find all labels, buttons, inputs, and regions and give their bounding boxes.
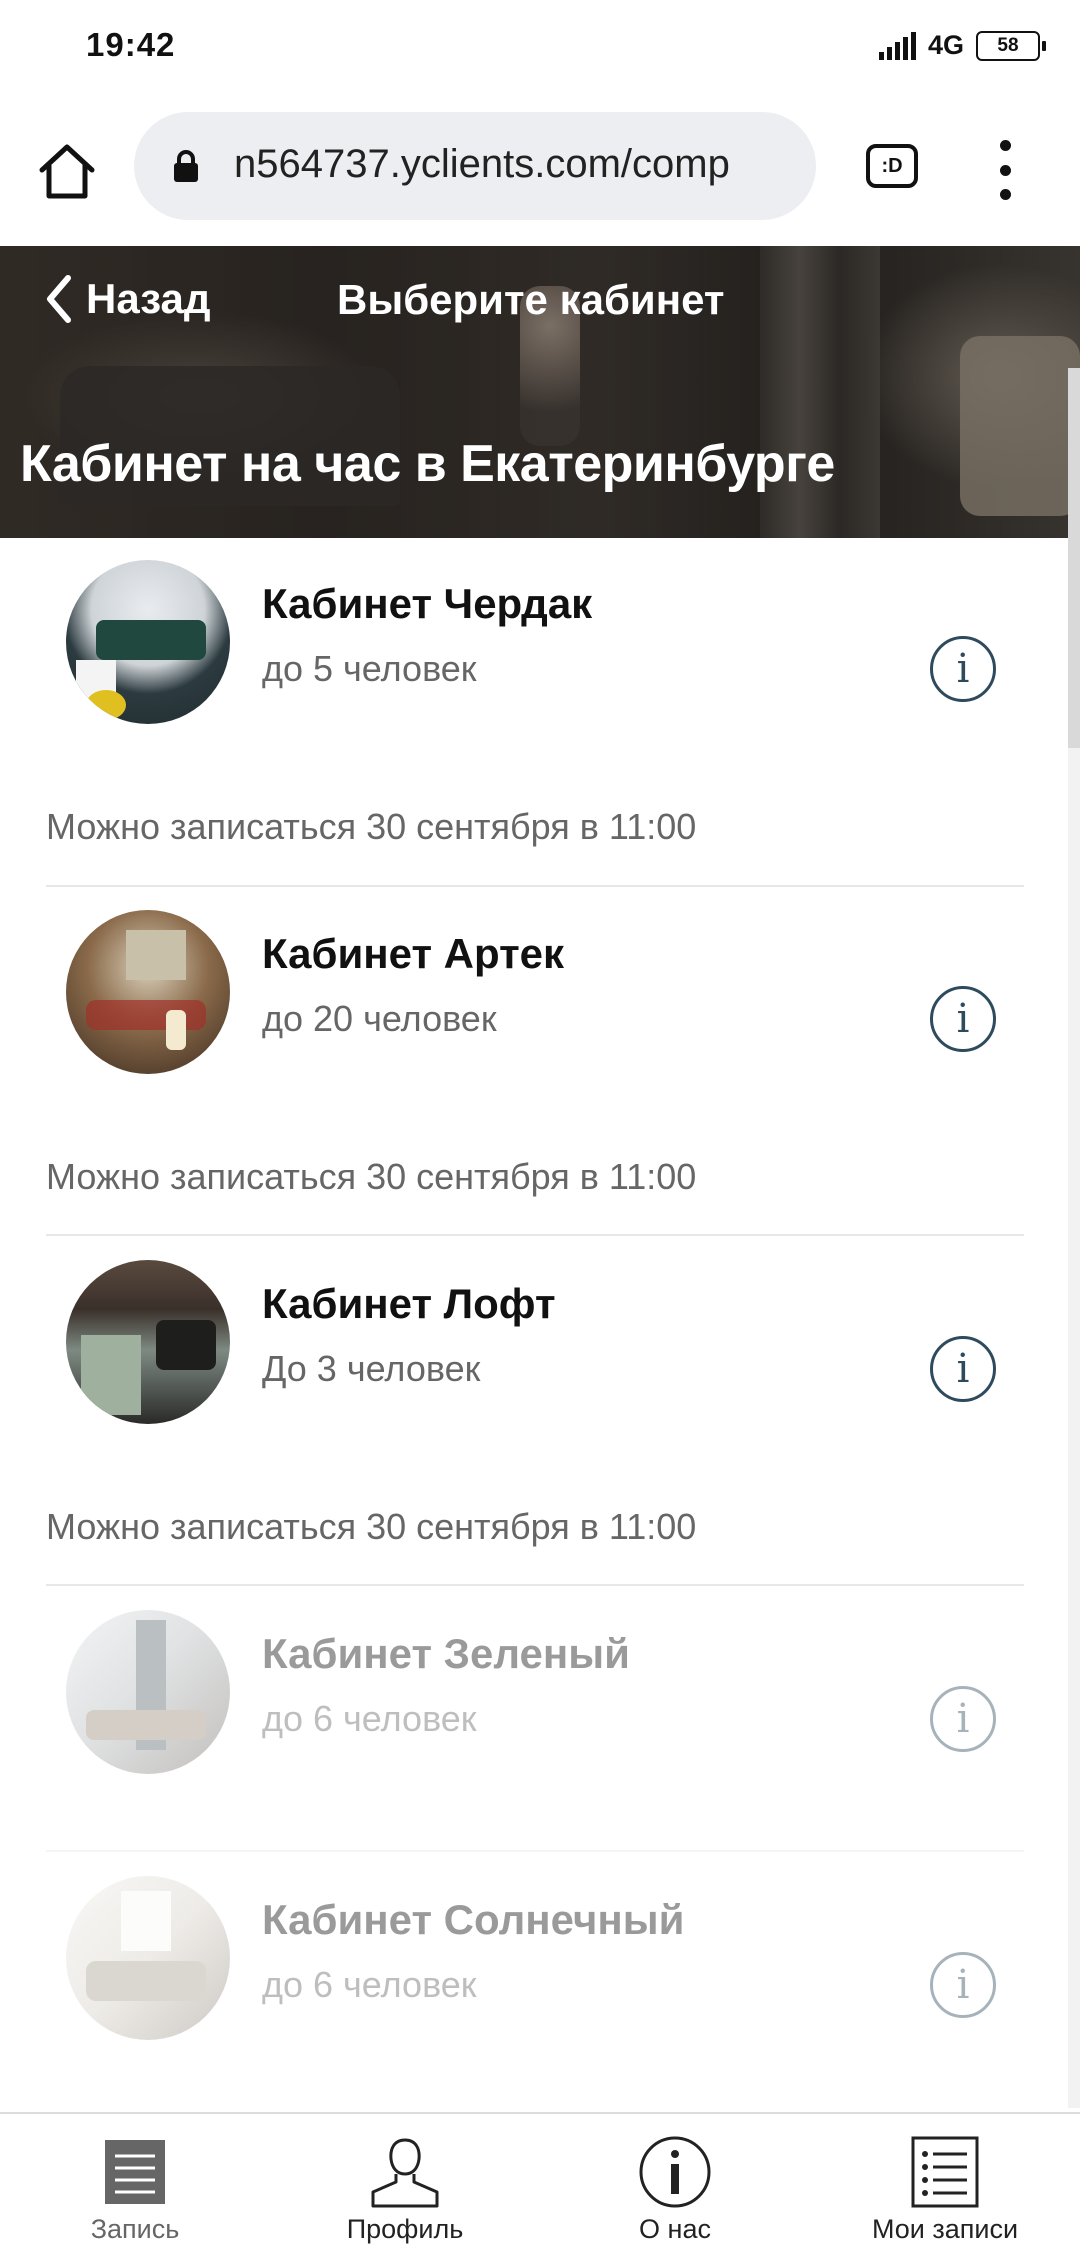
header-banner: Назад Выберите кабинет Кабинет на час в … [0, 246, 1080, 538]
info-icon[interactable]: i [930, 1336, 996, 1402]
room-item[interactable]: Кабинет Зеленый до 6 человек i [0, 1610, 1060, 1830]
status-bar: 19:42 4G 58 [0, 0, 1080, 100]
back-button[interactable]: Назад [44, 274, 211, 324]
room-name: Кабинет Зеленый [262, 1630, 630, 1677]
divider [46, 1850, 1024, 1852]
bottom-navigation: Запись Профиль О нас Мои записи [0, 2112, 1080, 2250]
room-photo [66, 1876, 230, 2040]
room-photo-detail [166, 1010, 186, 1050]
divider [46, 885, 1024, 887]
divider [46, 1584, 1024, 1586]
room-photo-detail [86, 690, 126, 720]
room-capacity: до 6 человек [262, 1698, 477, 1739]
room-item[interactable]: Кабинет Артек до 20 человек i [0, 910, 1060, 1130]
availability-text: Можно записаться 30 сентября в 11:00 [46, 806, 697, 847]
browser-toolbar: n564737.yclients.com/comp :D [0, 100, 1080, 246]
nav-label: Запись [90, 2214, 180, 2244]
nav-label: Мои записи [871, 2214, 1019, 2244]
tab-switcher-button[interactable]: :D [866, 144, 918, 188]
room-photo-detail [121, 1891, 171, 1951]
info-icon[interactable]: i [930, 986, 996, 1052]
room-photo-detail [126, 930, 186, 980]
home-button[interactable] [34, 138, 100, 204]
info-icon[interactable]: i [930, 1952, 996, 2018]
room-photo [66, 560, 230, 724]
room-photo [66, 1610, 230, 1774]
chevron-left-icon [47, 275, 71, 323]
room-name: Кабинет Артек [262, 930, 565, 977]
room-name: Кабинет Чердак [262, 580, 593, 627]
availability-text: Можно записаться 30 сентября в 11:00 [46, 1506, 697, 1547]
company-heading: Кабинет на час в Екатеринбурге [20, 435, 835, 493]
room-photo-detail [86, 1000, 206, 1030]
battery-icon: 58 [976, 30, 1046, 61]
lock-icon [174, 150, 198, 182]
room-photo [66, 1260, 230, 1424]
signal-icon [878, 31, 916, 60]
nav-my-bookings[interactable]: Мои записи [810, 2114, 1080, 2250]
nav-booking[interactable]: Запись [0, 2114, 270, 2250]
room-photo-detail [86, 1961, 206, 2001]
room-item[interactable]: Кабинет Солнечный до 6 человек i [0, 1876, 1060, 2096]
room-photo [66, 910, 230, 1074]
url-text: n564737.yclients.com/comp [234, 142, 730, 186]
menu-dot [999, 140, 1011, 151]
network-type: 4G [927, 30, 964, 60]
room-name: Кабинет Лофт [262, 1280, 556, 1327]
browser-menu-button[interactable] [990, 140, 1020, 200]
room-item[interactable]: Кабинет Лофт До 3 человек i [0, 1260, 1060, 1480]
address-bar[interactable]: n564737.yclients.com/comp [134, 112, 816, 220]
room-item[interactable]: Кабинет Чердак до 5 человек i [0, 560, 1060, 780]
scrollbar-thumb[interactable] [1068, 368, 1080, 748]
nav-about[interactable]: О нас [540, 2114, 810, 2250]
room-capacity: До 3 человек [262, 1348, 481, 1389]
back-label: Назад [86, 275, 211, 322]
profile-icon [371, 2138, 439, 2208]
menu-dot [999, 189, 1011, 200]
room-capacity: до 6 человек [262, 1964, 477, 2005]
room-name: Кабинет Солнечный [262, 1896, 685, 1943]
info-icon[interactable]: i [930, 636, 996, 702]
booking-icon [105, 2140, 165, 2204]
status-time: 19:42 [86, 26, 176, 63]
room-photo-detail [156, 1320, 216, 1370]
room-photo-detail [96, 620, 206, 660]
status-icons: 4G 58 [878, 30, 1046, 61]
banner-photo-detail [760, 246, 880, 538]
room-photo-detail [81, 1335, 141, 1415]
menu-dot [999, 164, 1011, 176]
list-icon [911, 2136, 979, 2208]
home-icon [39, 144, 95, 199]
info-icon[interactable]: i [930, 1686, 996, 1752]
room-capacity: до 20 человек [262, 998, 497, 1039]
room-photo-detail [86, 1710, 206, 1740]
info-icon [639, 2136, 711, 2208]
nav-profile[interactable]: Профиль [270, 2114, 540, 2250]
banner-photo-detail [960, 336, 1080, 516]
page-title: Выберите кабинет [337, 276, 725, 323]
room-capacity: до 5 человек [262, 648, 477, 689]
divider [46, 1234, 1024, 1236]
nav-label: О нас [639, 2214, 711, 2244]
availability-text: Можно записаться 30 сентября в 11:00 [46, 1156, 697, 1197]
nav-label: Профиль [346, 2214, 464, 2244]
